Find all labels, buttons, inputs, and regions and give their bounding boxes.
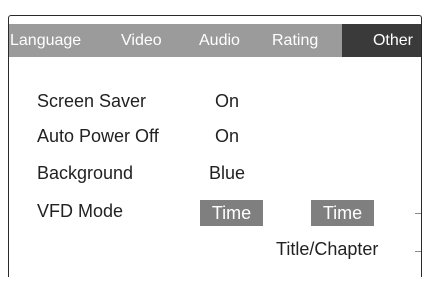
screen-saver-value[interactable]: On — [215, 91, 239, 112]
connector-line — [415, 213, 421, 214]
vfd-mode-option-time[interactable]: Time — [311, 200, 374, 226]
tab-rating[interactable]: Rating — [272, 24, 318, 57]
background-label: Background — [37, 163, 134, 183]
screen-saver-label: Screen Saver — [37, 91, 147, 111]
vfd-mode-current-value[interactable]: Time — [200, 200, 263, 226]
auto-power-off-value[interactable]: On — [215, 126, 239, 147]
background-value[interactable]: Blue — [209, 163, 245, 184]
tab-other[interactable]: Other — [342, 24, 421, 57]
tab-video[interactable]: Video — [121, 24, 162, 57]
connector-line — [415, 251, 421, 252]
tab-language[interactable]: Language — [10, 24, 81, 57]
setup-menu-panel: Language Video Audio Rating Other Screen… — [8, 15, 422, 277]
vfd-mode-label: VFD Mode — [37, 201, 124, 221]
tab-bar: Language Video Audio Rating Other — [9, 24, 421, 57]
vfd-mode-option-title-chapter[interactable]: Title/Chapter — [276, 239, 378, 260]
tab-audio[interactable]: Audio — [199, 24, 240, 57]
auto-power-off-label: Auto Power Off — [37, 126, 159, 146]
